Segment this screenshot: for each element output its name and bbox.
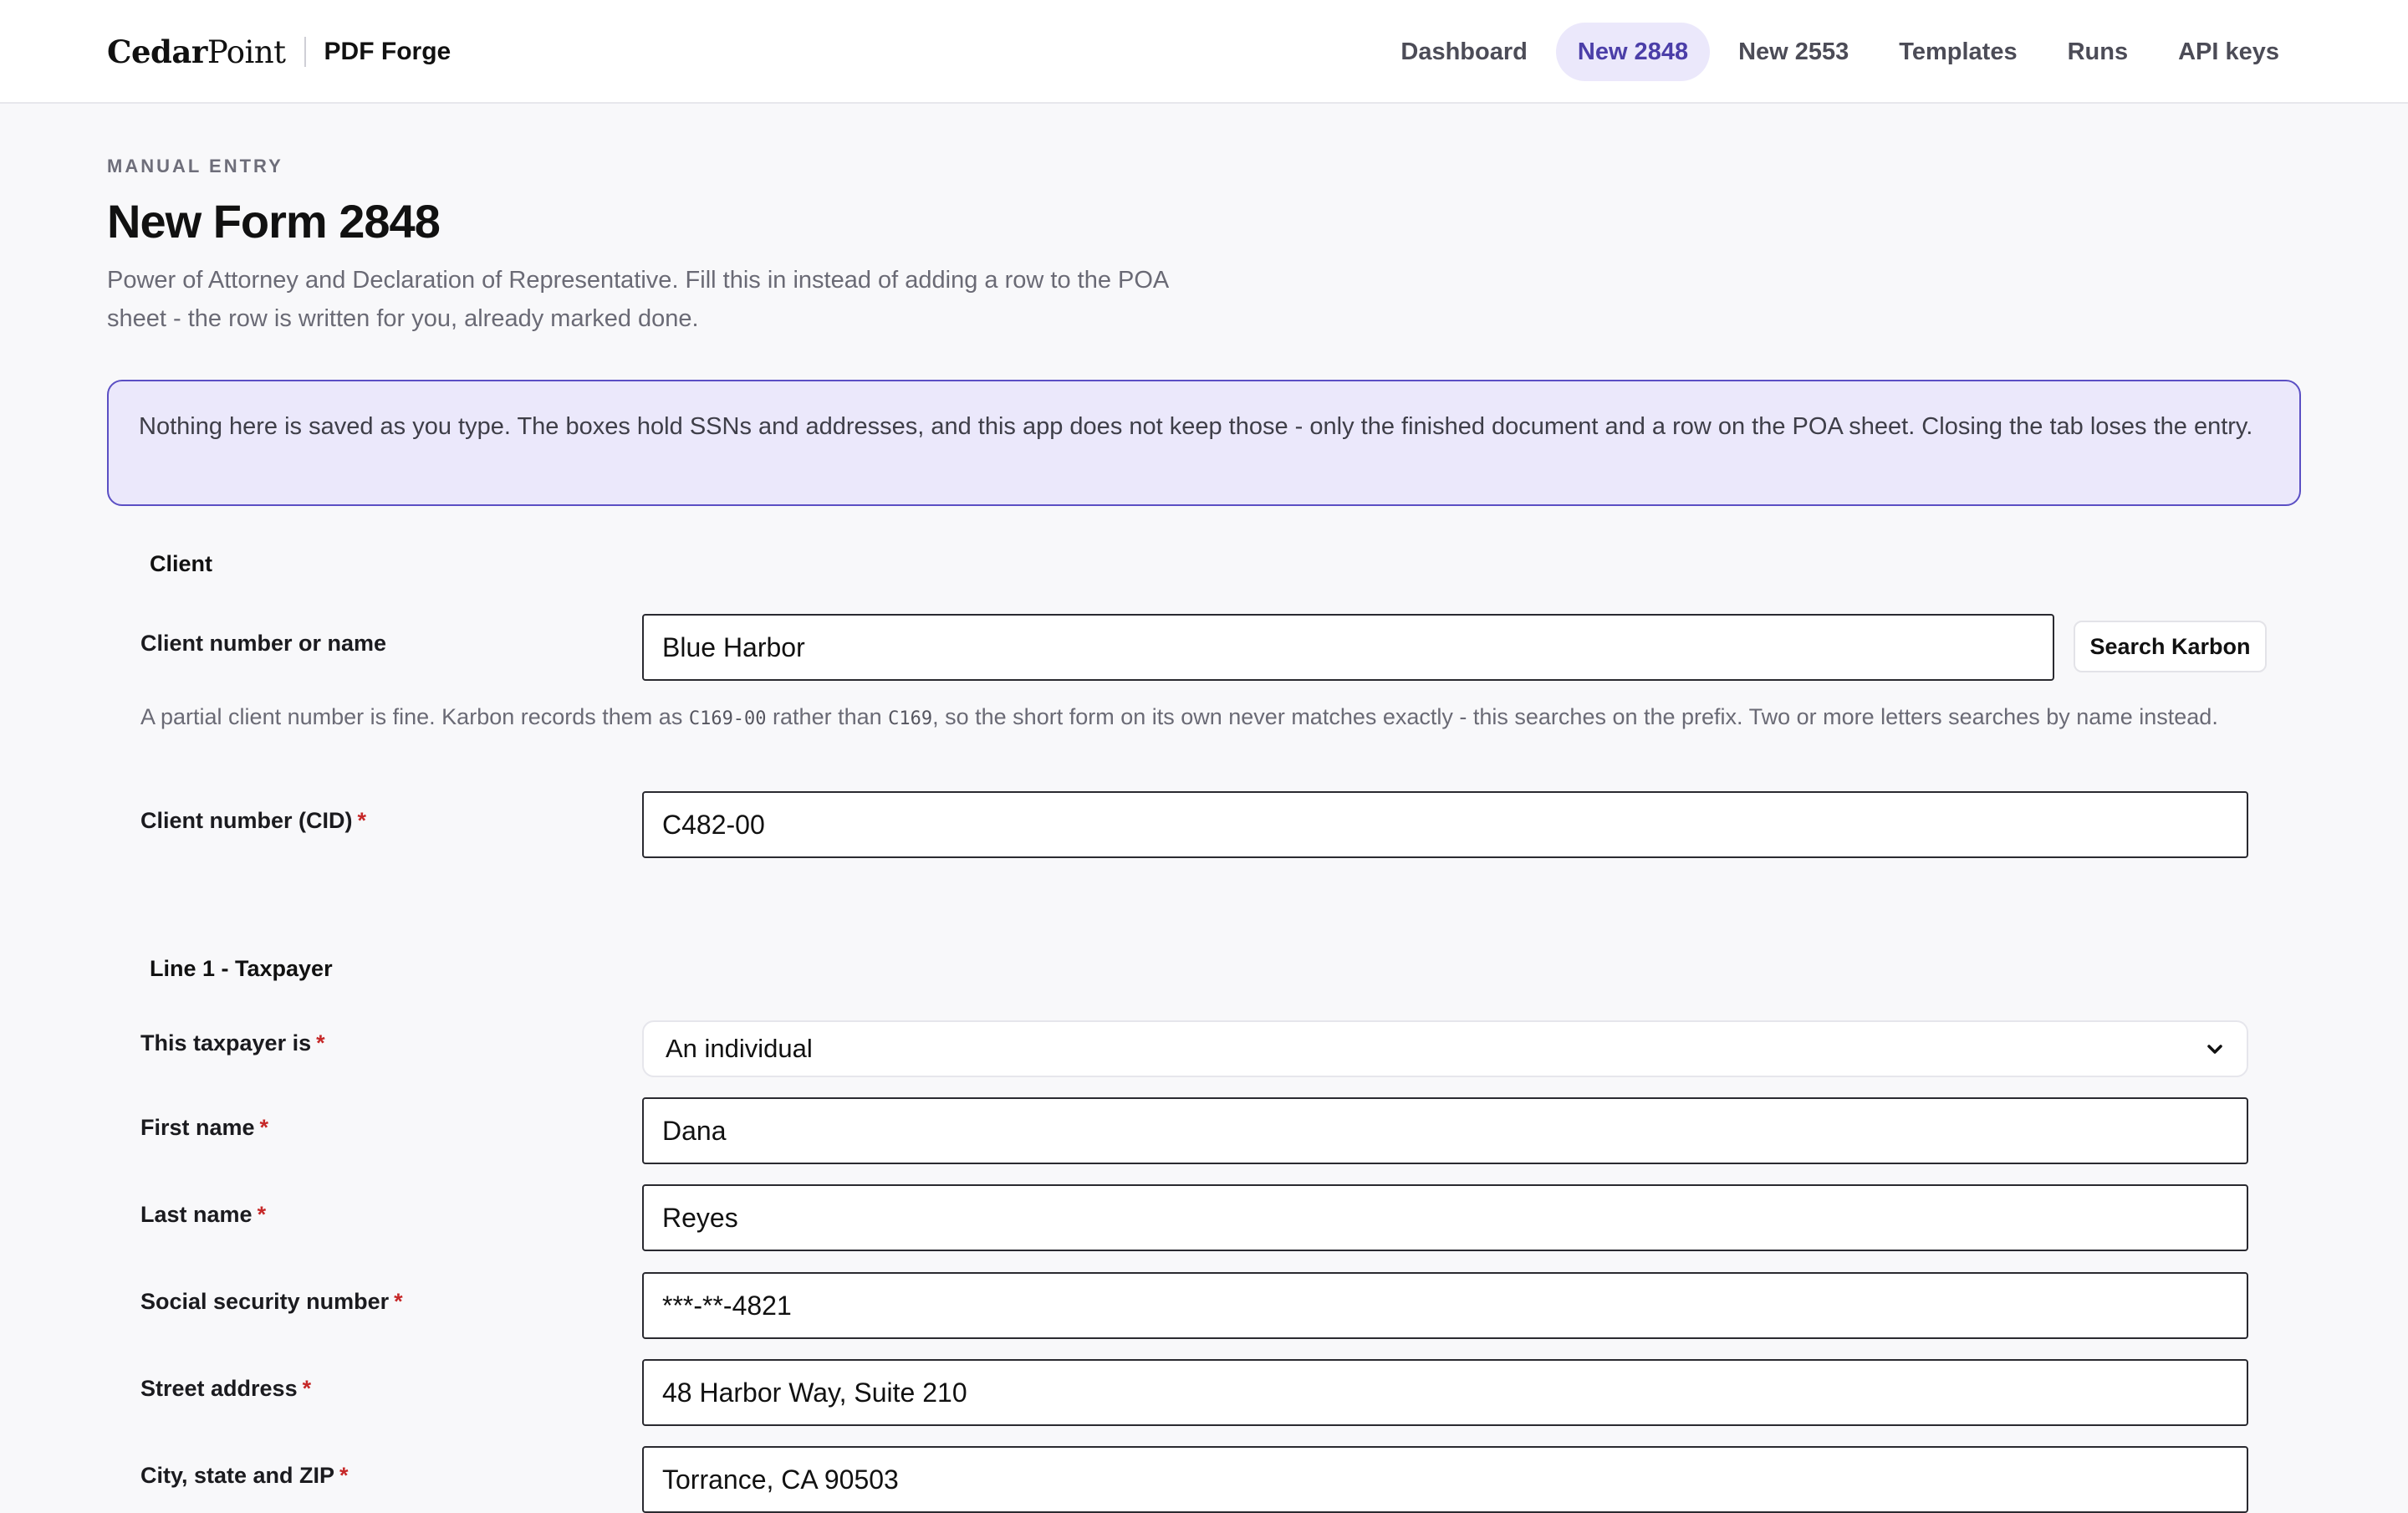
client-search-hint: A partial client number is fine. Karbon … <box>140 699 2264 737</box>
hint-text-1: A partial client number is fine. Karbon … <box>140 704 689 729</box>
page-title: New Form 2848 <box>107 195 441 248</box>
brand-divider <box>304 37 306 67</box>
privacy-notice: Nothing here is saved as you type. The b… <box>107 380 2301 506</box>
nav-runs[interactable]: Runs <box>2046 23 2150 81</box>
last-name-label: Last name * <box>140 1202 266 1228</box>
first-name-input[interactable] <box>642 1097 2248 1164</box>
hint-text-3: , so the short form on its own never mat… <box>932 704 2218 729</box>
nav-new-2848[interactable]: New 2848 <box>1555 23 1711 81</box>
app-name: PDF Forge <box>324 38 452 65</box>
cid-label-text: Client number (CID) <box>140 808 353 833</box>
required-marker: * <box>257 1202 267 1227</box>
client-search-label: Client number or name <box>140 631 387 656</box>
nav-new-2553[interactable]: New 2553 <box>1717 23 1870 81</box>
logo-bold-part: Cedar <box>107 33 207 70</box>
nav-api-keys[interactable]: API keys <box>2156 23 2301 81</box>
ssn-label: Social security number * <box>140 1289 403 1315</box>
required-marker: * <box>357 808 367 833</box>
main-nav: Dashboard New 2848 New 2553 Templates Ru… <box>1379 0 2301 104</box>
street-label-text: Street address <box>140 1376 298 1401</box>
cedarpoint-logo[interactable]: CedarPoint <box>107 33 286 70</box>
street-label: Street address * <box>140 1376 311 1402</box>
page-subtitle: Power of Attorney and Declaration of Rep… <box>107 267 1168 332</box>
section-client-title: Client <box>150 551 213 576</box>
top-bar: CedarPoint PDF Forge Dashboard New 2848 … <box>0 0 2408 104</box>
city-state-zip-label-text: City, state and ZIP <box>140 1463 335 1488</box>
ssn-label-text: Social security number <box>140 1289 390 1314</box>
nav-templates[interactable]: Templates <box>1877 23 2038 81</box>
hint-code-example-full: C169-00 <box>688 708 767 729</box>
first-name-label-text: First name <box>140 1115 255 1140</box>
page-eyebrow: MANUAL ENTRY <box>107 156 283 176</box>
city-state-zip-input[interactable] <box>642 1446 2248 1513</box>
required-marker: * <box>394 1289 403 1314</box>
hint-text-2: rather than <box>766 704 889 729</box>
taxpayer-type-value: An individual <box>666 1034 813 1063</box>
nav-dashboard[interactable]: Dashboard <box>1379 23 1548 81</box>
last-name-label-text: Last name <box>140 1202 253 1227</box>
first-name-label: First name * <box>140 1115 268 1141</box>
taxpayer-type-label: This taxpayer is * <box>140 1030 325 1056</box>
street-input[interactable] <box>642 1359 2248 1426</box>
required-marker: * <box>259 1115 269 1140</box>
client-search-input[interactable] <box>642 614 2054 681</box>
search-karbon-button[interactable]: Search Karbon <box>2074 621 2267 672</box>
required-marker: * <box>339 1463 349 1488</box>
required-marker: * <box>302 1376 312 1401</box>
hint-code-example-short: C169 <box>888 708 933 729</box>
brand: CedarPoint PDF Forge <box>107 0 451 104</box>
cid-label: Client number (CID) * <box>140 808 366 834</box>
city-state-zip-label: City, state and ZIP * <box>140 1463 349 1489</box>
last-name-input[interactable] <box>642 1184 2248 1251</box>
taxpayer-type-label-text: This taxpayer is <box>140 1030 312 1056</box>
taxpayer-type-select[interactable]: An individual <box>642 1020 2248 1077</box>
required-marker: * <box>316 1030 325 1056</box>
chevron-down-icon <box>2207 1045 2222 1054</box>
logo-rest-part: Point <box>207 34 286 70</box>
cid-input[interactable] <box>642 791 2248 858</box>
section-taxpayer-title: Line 1 - Taxpayer <box>150 956 333 981</box>
ssn-input[interactable] <box>642 1272 2248 1339</box>
